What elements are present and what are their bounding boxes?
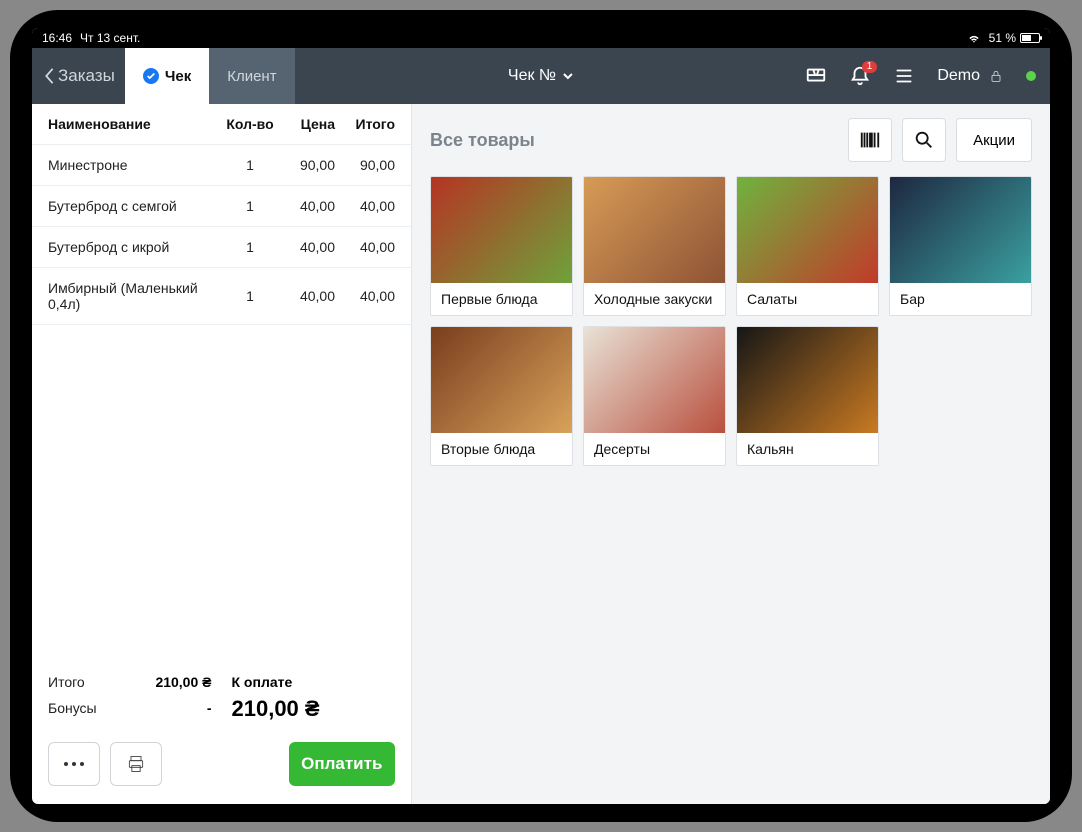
category-label: Вторые блюда — [431, 433, 572, 465]
notification-badge: 1 — [862, 61, 878, 73]
user-menu[interactable]: Demo — [937, 67, 1004, 85]
receipt-pane: Наименование Кол-во Цена Итого Минестрон… — [32, 104, 412, 804]
item-price: 90,00 — [275, 157, 335, 173]
receipt-title-text: Чек № — [508, 67, 556, 85]
item-price: 40,00 — [275, 198, 335, 214]
receipt-items: Минестроне190,0090,00Бутерброд с семгой1… — [32, 145, 411, 325]
summary-bonus-label: Бонусы — [48, 700, 97, 716]
category-image — [431, 327, 572, 433]
wifi-icon — [967, 31, 981, 45]
receipt-title-dropdown[interactable]: Чек № — [508, 67, 574, 85]
promotions-button[interactable]: Акции — [956, 118, 1032, 162]
search-icon — [913, 129, 935, 151]
screen: 16:46 Чт 13 сент. 51 % Заказы Чек Клиент — [32, 28, 1050, 804]
chevron-down-icon — [562, 70, 574, 82]
category-card[interactable]: Салаты — [736, 176, 879, 316]
receipt-item[interactable]: Бутерброд с икрой140,0040,00 — [32, 227, 411, 268]
online-status-indicator — [1026, 71, 1036, 81]
barcode-button[interactable] — [848, 118, 892, 162]
item-name: Бутерброд с икрой — [48, 239, 225, 255]
status-bar: 16:46 Чт 13 сент. 51 % — [32, 28, 1050, 48]
category-label: Десерты — [584, 433, 725, 465]
barcode-icon — [859, 129, 881, 151]
status-date: Чт 13 сент. — [80, 31, 140, 45]
category-image — [737, 327, 878, 433]
header-total: Итого — [335, 116, 395, 132]
back-label: Заказы — [58, 66, 115, 86]
item-total: 40,00 — [335, 288, 395, 304]
battery-percent: 51 % — [989, 31, 1016, 45]
ellipsis-icon — [63, 761, 85, 767]
to-pay-value: 210,00 ₴ — [232, 696, 396, 722]
top-bar: Заказы Чек Клиент Чек № 1 — [32, 48, 1050, 104]
category-image — [584, 327, 725, 433]
summary-total-value: 210,00 ₴ — [155, 674, 211, 690]
header-name: Наименование — [48, 116, 225, 132]
user-name: Demo — [937, 67, 980, 85]
cash-drawer-button[interactable] — [805, 65, 827, 87]
tab-client-label: Клиент — [227, 68, 276, 85]
category-label: Кальян — [737, 433, 878, 465]
item-qty: 1 — [225, 239, 275, 255]
item-name: Минестроне — [48, 157, 225, 173]
category-card[interactable]: Холодные закуски — [583, 176, 726, 316]
category-card[interactable]: Кальян — [736, 326, 879, 466]
item-qty: 1 — [225, 157, 275, 173]
summary-total-label: Итого — [48, 674, 85, 690]
category-label: Салаты — [737, 283, 878, 315]
header-price: Цена — [275, 116, 335, 132]
receipt-item[interactable]: Имбирный (Маленький 0,4л)140,0040,00 — [32, 268, 411, 325]
category-label: Первые блюда — [431, 283, 572, 315]
menu-button[interactable] — [893, 65, 915, 87]
receipt-item[interactable]: Бутерброд с семгой140,0040,00 — [32, 186, 411, 227]
search-button[interactable] — [902, 118, 946, 162]
pay-button[interactable]: Оплатить — [289, 742, 396, 786]
item-price: 40,00 — [275, 288, 335, 304]
category-image — [737, 177, 878, 283]
tab-client[interactable]: Клиент — [209, 48, 294, 104]
category-card[interactable]: Первые блюда — [430, 176, 573, 316]
printer-icon — [126, 754, 146, 774]
category-grid: Первые блюда Холодные закуски Салаты Бар Вто… — [430, 176, 1032, 466]
receipt-header-row: Наименование Кол-во Цена Итого — [32, 104, 411, 145]
item-name: Бутерброд с семгой — [48, 198, 225, 214]
category-card[interactable]: Бар — [889, 176, 1032, 316]
notifications-button[interactable]: 1 — [849, 65, 871, 87]
lock-icon — [988, 68, 1004, 84]
catalog-title: Все товары — [430, 130, 535, 151]
summary-bonus-value: - — [207, 700, 212, 716]
category-card[interactable]: Десерты — [583, 326, 726, 466]
back-button[interactable]: Заказы — [32, 66, 125, 86]
receipt-item[interactable]: Минестроне190,0090,00 — [32, 145, 411, 186]
category-image — [890, 177, 1031, 283]
tab-check-label: Чек — [165, 68, 191, 85]
header-qty: Кол-во — [225, 116, 275, 132]
tablet-frame: 16:46 Чт 13 сент. 51 % Заказы Чек Клиент — [10, 10, 1072, 822]
item-total: 40,00 — [335, 198, 395, 214]
category-label: Холодные закуски — [584, 283, 725, 315]
status-time: 16:46 — [42, 31, 72, 45]
check-icon — [143, 68, 159, 84]
catalog-pane: Все товары Акции Первые блюда Холодные за… — [412, 104, 1050, 804]
category-label: Бар — [890, 283, 1031, 315]
item-price: 40,00 — [275, 239, 335, 255]
to-pay-label: К оплате — [232, 674, 396, 690]
item-total: 40,00 — [335, 239, 395, 255]
battery-icon — [1020, 33, 1040, 43]
print-button[interactable] — [110, 742, 162, 786]
category-image — [431, 177, 572, 283]
receipt-summary: Итого210,00 ₴ Бонусы- К оплате 210,00 ₴ … — [32, 660, 411, 804]
category-card[interactable]: Вторые блюда — [430, 326, 573, 466]
item-name: Имбирный (Маленький 0,4л) — [48, 280, 225, 312]
item-qty: 1 — [225, 288, 275, 304]
item-total: 90,00 — [335, 157, 395, 173]
item-qty: 1 — [225, 198, 275, 214]
more-actions-button[interactable] — [48, 742, 100, 786]
category-image — [584, 177, 725, 283]
tab-check[interactable]: Чек — [125, 48, 209, 104]
